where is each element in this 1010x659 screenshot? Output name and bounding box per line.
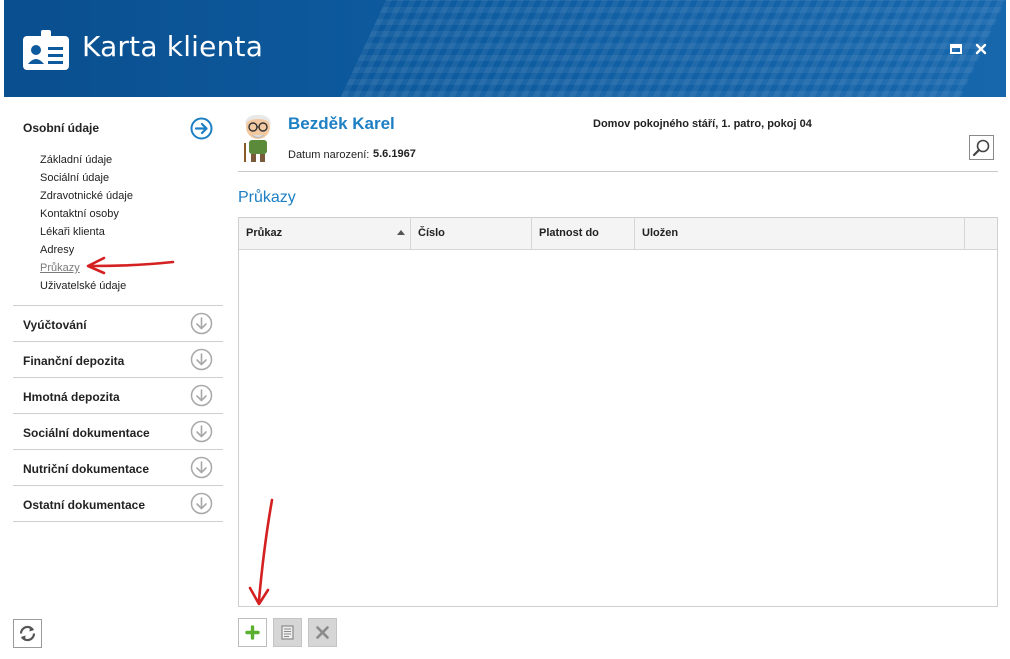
sidebar-item-prukazy[interactable]: Průkazy bbox=[40, 259, 133, 277]
column-header-ulozen[interactable]: Uložen bbox=[635, 218, 965, 249]
arrow-down-circle-icon[interactable] bbox=[190, 420, 213, 443]
elderly-man-avatar-icon bbox=[244, 115, 271, 162]
magnifier-icon bbox=[972, 139, 990, 157]
refresh-button[interactable] bbox=[13, 619, 42, 648]
delete-button[interactable] bbox=[308, 618, 337, 647]
dob-value: 5.6.1967 bbox=[373, 148, 416, 160]
section-title: Vyúčtování bbox=[23, 318, 87, 332]
edit-button[interactable] bbox=[273, 618, 302, 647]
sidebar-item-socialni-udaje[interactable]: Sociální údaje bbox=[40, 169, 133, 187]
section-vyuctovani[interactable]: Vyúčtování bbox=[13, 306, 223, 342]
section-osobni-udaje: Osobní údaje Základní údaje Sociální úda… bbox=[13, 110, 223, 306]
section-title: Nutriční dokumentace bbox=[23, 462, 150, 476]
sidebar: Osobní údaje Základní údaje Sociální úda… bbox=[13, 110, 223, 522]
window-titlebar: Karta klienta bbox=[4, 0, 1006, 97]
arrow-down-circle-icon[interactable] bbox=[190, 312, 213, 335]
column-header-platnost-do[interactable]: Platnost do bbox=[532, 218, 635, 249]
grid-header: Průkaz Číslo Platnost do Uložen bbox=[239, 218, 997, 250]
sidebar-item-zdravotnicke-udaje[interactable]: Zdravotnické údaje bbox=[40, 187, 133, 205]
delete-x-icon bbox=[316, 626, 329, 639]
column-label: Platnost do bbox=[539, 227, 599, 239]
section-title[interactable]: Osobní údaje bbox=[23, 121, 99, 135]
section-ostatni-dokumentace[interactable]: Ostatní dokumentace bbox=[13, 486, 223, 522]
arrow-down-circle-icon[interactable] bbox=[190, 492, 213, 515]
sidebar-item-lekari-klienta[interactable]: Lékaři klienta bbox=[40, 223, 133, 241]
column-label: Průkaz bbox=[246, 227, 283, 239]
column-header-extra bbox=[965, 218, 997, 249]
column-label: Uložen bbox=[642, 227, 679, 239]
sidebar-item-adresy[interactable]: Adresy bbox=[40, 241, 133, 259]
document-edit-icon bbox=[281, 625, 294, 640]
search-button[interactable] bbox=[969, 135, 994, 160]
maximize-icon[interactable] bbox=[949, 42, 963, 56]
refresh-icon bbox=[19, 625, 36, 642]
sidebar-item-kontaktni-osoby[interactable]: Kontaktní osoby bbox=[40, 205, 133, 223]
add-button[interactable] bbox=[238, 618, 267, 647]
section-title: Hmotná depozita bbox=[23, 390, 120, 404]
titlebar-pattern bbox=[340, 0, 1006, 97]
section-hmotna-depozita[interactable]: Hmotná depozita bbox=[13, 378, 223, 414]
arrow-down-circle-icon[interactable] bbox=[190, 384, 213, 407]
column-header-cislo[interactable]: Číslo bbox=[411, 218, 532, 249]
section-title: Ostatní dokumentace bbox=[23, 498, 146, 512]
section-nutricni-dokumentace[interactable]: Nutriční dokumentace bbox=[13, 450, 223, 486]
close-icon[interactable] bbox=[974, 42, 988, 56]
client-name: Bezděk Karel bbox=[288, 114, 395, 133]
cards-grid[interactable]: Průkaz Číslo Platnost do Uložen bbox=[238, 217, 998, 607]
section-financni-depozita[interactable]: Finanční depozita bbox=[13, 342, 223, 378]
page-title: Průkazy bbox=[238, 189, 296, 206]
section-title: Finanční depozita bbox=[23, 354, 125, 368]
sort-ascending-icon bbox=[397, 230, 405, 235]
section-items: Základní údaje Sociální údaje Zdravotnic… bbox=[40, 151, 133, 295]
sidebar-item-zakladni-udaje[interactable]: Základní údaje bbox=[40, 151, 133, 169]
column-header-prukaz[interactable]: Průkaz bbox=[239, 218, 411, 249]
column-label: Číslo bbox=[418, 227, 445, 239]
client-location: Domov pokojného stáří, 1. patro, pokoj 0… bbox=[593, 118, 812, 130]
arrow-down-circle-icon[interactable] bbox=[190, 348, 213, 371]
header-divider bbox=[238, 171, 998, 172]
arrow-down-circle-icon[interactable] bbox=[190, 456, 213, 479]
dob-label: Datum narození: bbox=[288, 149, 370, 161]
plus-icon bbox=[245, 625, 260, 640]
sidebar-item-uzivatelske-udaje[interactable]: Uživatelské údaje bbox=[40, 277, 133, 295]
id-card-icon bbox=[23, 30, 69, 70]
window-title: Karta klienta bbox=[82, 30, 264, 63]
section-title: Sociální dokumentace bbox=[23, 426, 150, 440]
section-socialni-dokumentace[interactable]: Sociální dokumentace bbox=[13, 414, 223, 450]
arrow-right-circle-icon[interactable] bbox=[190, 117, 213, 140]
